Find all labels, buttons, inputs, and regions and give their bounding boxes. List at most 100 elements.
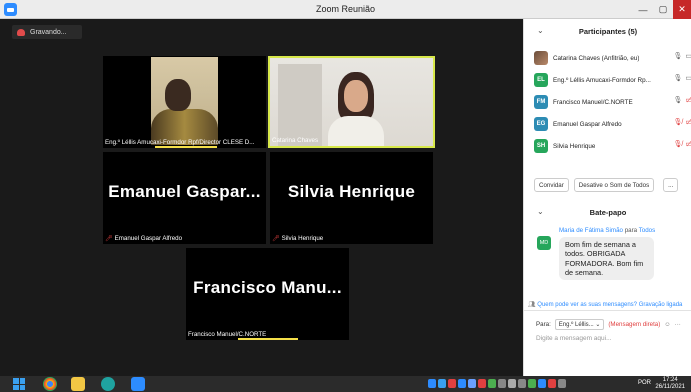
participants-list: Catarina Chaves (Anfitrião, eu) 🎙︎ ▭ EL E… — [534, 47, 691, 157]
chat-message-input[interactable]: Digite a mensagem aqui... — [536, 335, 686, 342]
video-tile-lellis[interactable]: Eng.º Léllis Amucaxi-Formdor Rpf/Directo… — [103, 56, 266, 148]
close-button[interactable]: ✕ — [673, 0, 691, 19]
participant-name: Francisco Manuel/C.NORTE — [553, 98, 633, 106]
participant-item[interactable]: EG Emanuel Gaspar Alfredo 🎙︎̸ ▭̸ — [534, 113, 691, 135]
avatar: FM — [534, 95, 548, 109]
participant-item[interactable]: Catarina Chaves (Anfitrião, eu) 🎙︎ ▭ — [534, 47, 691, 69]
tile-name-label: Francisco Manuel/C.NORTE — [188, 331, 267, 338]
video-off-icon: ▭̸ — [685, 97, 691, 104]
participants-header: Participantes (5) — [578, 27, 638, 36]
more-icon[interactable]: ··· — [675, 321, 681, 328]
recording-label: Gravando... — [30, 28, 67, 36]
video-tile-silvia[interactable]: Silvia Henrique 🎤︎ Silvia Henrique — [270, 152, 433, 244]
participant-name: Silvia Henrique — [553, 142, 596, 150]
mic-icon: 🎙︎ — [673, 97, 683, 104]
tile-big-name: Francisco Manu... — [193, 278, 342, 297]
emoji-icon[interactable]: ☺ — [664, 321, 670, 328]
tray-icon[interactable] — [468, 379, 476, 388]
avatar: MD — [537, 236, 551, 250]
audio-level-bar — [238, 338, 298, 340]
avatar: EL — [534, 73, 548, 87]
video-off-icon: ▭̸ — [685, 119, 691, 126]
tile-big-name: Emanuel Gaspar... — [108, 182, 261, 201]
video-camera-icon: ▭ — [685, 53, 691, 60]
chat-recipient-bar: Para: Eng.º Léllis... ⌄ (Mensagem direta… — [536, 319, 681, 330]
tray-icon[interactable] — [428, 379, 436, 388]
mic-muted-icon: 🎙︎̸ — [673, 141, 683, 148]
people-icon: 👥︎ — [528, 302, 536, 308]
tray-icon[interactable] — [548, 379, 556, 388]
maximize-button[interactable]: ▢ — [653, 0, 673, 19]
tray-icon[interactable] — [528, 379, 536, 388]
avatar — [534, 51, 548, 65]
tray-icon[interactable] — [438, 379, 446, 388]
more-options-button[interactable]: ... — [663, 178, 679, 192]
tray-icon[interactable] — [458, 379, 466, 388]
participant-video — [151, 57, 218, 145]
zoom-taskbar-icon[interactable] — [131, 377, 145, 391]
direct-message-label: (Mensagem direta) — [608, 321, 661, 328]
tile-name-label: Eng.º Léllis Amucaxi-Formdor Rpf/Directo… — [105, 139, 255, 146]
participant-name: Catarina Chaves (Anfitrião, eu) — [553, 54, 640, 62]
keyboard-language[interactable]: POR — [638, 380, 651, 386]
participant-name: Emanuel Gaspar Alfredo — [553, 120, 622, 128]
video-gallery: Gravando... Eng.º Léllis Amucaxi-Formdor… — [0, 19, 523, 376]
video-tile-francisco[interactable]: Francisco Manu... Francisco Manuel/C.NOR… — [186, 248, 349, 340]
chat-privacy-link[interactable]: 👥︎ Quem pode ver as suas mensagens? Grav… — [524, 301, 691, 308]
window-title: Zoom Reunião — [315, 4, 376, 14]
recording-icon — [17, 28, 25, 36]
tray-icon[interactable] — [558, 379, 566, 388]
windows-taskbar: POR 17:24 26/11/2021 — [0, 376, 691, 392]
tile-name-label: Catarina Chaves — [272, 137, 319, 144]
avatar: SH — [534, 139, 548, 153]
mute-all-button[interactable]: Desative o Som de Todos — [573, 178, 655, 192]
side-panel: ⌄ Participantes (5) Catarina Chaves (Anf… — [523, 19, 691, 376]
participant-video — [270, 58, 433, 146]
clock[interactable]: 17:24 26/11/2021 — [655, 377, 685, 391]
tile-name-label: 🎤︎ Silvia Henrique — [272, 235, 324, 242]
avatar: EG — [534, 117, 548, 131]
video-tile-catarina[interactable]: Catarina Chaves — [268, 56, 435, 148]
system-tray — [428, 379, 566, 388]
chat-sender[interactable]: Maria de Fátima Simão — [559, 227, 623, 234]
tile-name-label: 🎤︎ Emanuel Gaspar Alfredo — [105, 235, 183, 242]
mic-icon: 🎙︎ — [673, 53, 683, 60]
muted-mic-icon: 🎤︎ — [105, 236, 113, 242]
tray-icon[interactable] — [508, 379, 516, 388]
windows-start-icon[interactable] — [13, 378, 25, 390]
video-off-icon: ▭̸ — [685, 141, 691, 148]
chat-to-word: para — [624, 227, 638, 234]
tray-icon[interactable] — [488, 379, 496, 388]
to-label: Para: — [536, 321, 551, 328]
edge-icon[interactable] — [101, 377, 115, 391]
file-explorer-icon[interactable] — [71, 377, 85, 391]
tray-icon[interactable] — [478, 379, 486, 388]
mic-icon: 🎙︎ — [673, 75, 683, 82]
tray-icon[interactable] — [448, 379, 456, 388]
chat-message-bubble: Bom fim de semana a todos. OBRIGADA FORM… — [559, 237, 654, 281]
video-camera-icon: ▭ — [685, 75, 691, 82]
tray-icon[interactable] — [498, 379, 506, 388]
tile-big-name: Silvia Henrique — [287, 182, 416, 201]
muted-mic-icon: 🎤︎ — [272, 236, 280, 242]
tray-icon[interactable] — [518, 379, 526, 388]
minimize-button[interactable]: — — [633, 0, 653, 19]
tray-icon[interactable] — [538, 379, 546, 388]
chat-message-meta: Maria de Fátima Simão para Todos — [559, 227, 655, 234]
clock-time: 17:24 — [662, 377, 678, 383]
participant-item[interactable]: SH Silvia Henrique 🎙︎̸ ▭̸ — [534, 135, 691, 157]
participant-item[interactable]: EL Eng.º Léllis Amucaxi-Formdor Rp... 🎙︎… — [534, 69, 691, 91]
participant-item[interactable]: FM Francisco Manuel/C.NORTE 🎙︎ ▭̸ — [534, 91, 691, 113]
video-tile-emanuel[interactable]: Emanuel Gaspar... 🎤︎ Emanuel Gaspar Alfre… — [103, 152, 266, 244]
recipient-select[interactable]: Eng.º Léllis... ⌄ — [554, 319, 605, 330]
chat-header: Bate-papo — [589, 208, 627, 217]
recording-indicator[interactable]: Gravando... — [12, 25, 82, 39]
audio-level-bar — [155, 146, 217, 148]
clock-date: 26/11/2021 — [655, 384, 685, 390]
divider — [524, 310, 691, 311]
chrome-icon[interactable] — [43, 377, 57, 391]
invite-button[interactable]: Convidar — [534, 178, 569, 192]
chat-recipient: Todos — [638, 227, 656, 234]
window-titlebar: Zoom Reunião — ▢ ✕ — [0, 0, 691, 19]
mic-muted-icon: 🎙︎̸ — [673, 119, 683, 126]
